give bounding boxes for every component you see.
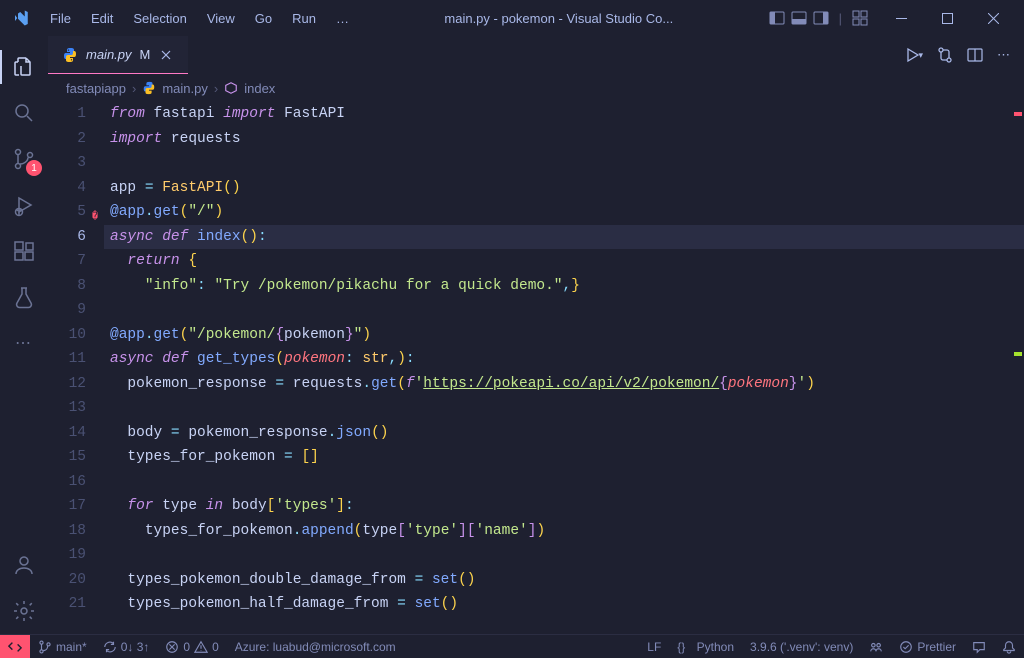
code-line[interactable] xyxy=(104,470,1024,495)
symbol-function-icon xyxy=(224,81,238,95)
code-line[interactable]: async def get_types(pokemon: str,): xyxy=(104,347,1024,372)
close-button[interactable] xyxy=(970,0,1016,36)
titlebar: FileEditSelectionViewGoRun … main.py - p… xyxy=(0,0,1024,36)
accounts-tab[interactable] xyxy=(0,542,48,588)
breadcrumb-file[interactable]: main.py xyxy=(162,81,208,96)
python-file-icon xyxy=(142,81,156,95)
menu-selection[interactable]: Selection xyxy=(123,5,196,32)
activity-overflow[interactable]: ⋯ xyxy=(0,320,48,366)
remote-indicator[interactable] xyxy=(0,635,30,658)
code-line[interactable]: for type in body['types']: xyxy=(104,494,1024,519)
notifications-button[interactable] xyxy=(994,635,1024,658)
tab-bar: main.py M ▾ ⋯ xyxy=(48,36,1024,74)
panel-left-icon[interactable] xyxy=(769,10,785,26)
live-share[interactable] xyxy=(861,635,891,658)
tab-main-py[interactable]: main.py M xyxy=(48,36,188,74)
tab-modified-indicator: M xyxy=(140,47,151,62)
code-line[interactable]: import requests xyxy=(104,127,1024,152)
code-line[interactable] xyxy=(104,543,1024,568)
debug-tab[interactable] xyxy=(0,182,48,228)
code-line[interactable]: types_for_pokemon.append(type['type']['n… xyxy=(104,519,1024,544)
code-line[interactable]: body = pokemon_response.json() xyxy=(104,421,1024,446)
panel-bottom-icon[interactable] xyxy=(791,10,807,26)
feedback-button[interactable] xyxy=(964,635,994,658)
extensions-tab[interactable] xyxy=(0,228,48,274)
gutter-marker[interactable]: � xyxy=(92,206,98,231)
code-line[interactable] xyxy=(104,396,1024,421)
code-line[interactable]: pokemon_response = requests.get(f'https:… xyxy=(104,372,1024,397)
azure-account[interactable]: Azure: luabud@microsoft.com xyxy=(227,635,404,658)
tab-filename: main.py xyxy=(86,47,132,62)
git-branch[interactable]: main* xyxy=(30,635,95,658)
search-tab[interactable] xyxy=(0,90,48,136)
minimize-button[interactable] xyxy=(878,0,924,36)
scm-badge: 1 xyxy=(26,160,42,176)
window-controls xyxy=(878,0,1016,36)
overview-marker-error xyxy=(1014,112,1022,116)
menu-view[interactable]: View xyxy=(197,5,245,32)
source-control-tab[interactable]: 1 xyxy=(0,136,48,182)
git-sync[interactable]: 0↓ 3↑ xyxy=(95,635,158,658)
menu-file[interactable]: File xyxy=(40,5,81,32)
window-title: main.py - pokemon - Visual Studio Co... xyxy=(359,11,759,26)
diff-button[interactable] xyxy=(937,47,953,63)
code-line[interactable]: types_pokemon_double_damage_from = set() xyxy=(104,568,1024,593)
prettier-status[interactable]: Prettier xyxy=(891,635,964,658)
overview-ruler[interactable] xyxy=(1010,102,1024,634)
problems-indicator[interactable]: 0 0 xyxy=(157,635,226,658)
overview-marker-change xyxy=(1014,352,1022,356)
code-line[interactable]: return { xyxy=(104,249,1024,274)
editor-more-button[interactable]: ⋯ xyxy=(997,47,1012,63)
python-file-icon xyxy=(62,47,78,63)
code-line[interactable] xyxy=(104,298,1024,323)
line-number-gutter: 12345�6789101112131415161718192021 xyxy=(48,102,104,634)
menu-overflow[interactable]: … xyxy=(326,5,359,32)
code-line[interactable]: @app.get("/") xyxy=(104,200,1024,225)
menu-run[interactable]: Run xyxy=(282,5,326,32)
code-line[interactable]: async def index(): xyxy=(104,225,1024,250)
code-line[interactable] xyxy=(104,151,1024,176)
language-mode[interactable]: {} Python xyxy=(669,635,742,658)
split-editor-button[interactable] xyxy=(967,47,983,63)
editor-group: main.py M ▾ ⋯ fastapiapp › main.py › ind… xyxy=(48,36,1024,634)
menu-go[interactable]: Go xyxy=(245,5,282,32)
breadcrumb-folder[interactable]: fastapiapp xyxy=(66,81,126,96)
customize-layout-icon[interactable] xyxy=(852,10,868,26)
code-line[interactable]: types_for_pokemon = [] xyxy=(104,445,1024,470)
editor-actions: ▾ ⋯ xyxy=(892,36,1024,74)
run-button[interactable]: ▾ xyxy=(904,47,923,63)
breadcrumbs[interactable]: fastapiapp › main.py › index xyxy=(48,74,1024,102)
breadcrumb-symbol[interactable]: index xyxy=(244,81,275,96)
menu-edit[interactable]: Edit xyxy=(81,5,123,32)
code-line[interactable]: @app.get("/pokemon/{pokemon}") xyxy=(104,323,1024,348)
code-line[interactable]: app = FastAPI() xyxy=(104,176,1024,201)
status-bar: main* 0↓ 3↑ 0 0 Azure: luabud@microsoft.… xyxy=(0,634,1024,658)
code-content[interactable]: from fastapi import FastAPIimport reques… xyxy=(104,102,1024,634)
explorer-tab[interactable] xyxy=(0,44,48,90)
python-interpreter[interactable]: 3.9.6 ('.venv': venv) xyxy=(742,635,861,658)
vscode-icon xyxy=(12,9,30,27)
menu-bar: FileEditSelectionViewGoRun xyxy=(40,5,326,32)
code-line[interactable]: "info": "Try /pokemon/pikachu for a quic… xyxy=(104,274,1024,299)
settings-tab[interactable] xyxy=(0,588,48,634)
code-editor[interactable]: 12345�6789101112131415161718192021 from … xyxy=(48,102,1024,634)
activity-bar: 1 ⋯ xyxy=(0,36,48,634)
panel-right-icon[interactable] xyxy=(813,10,829,26)
testing-tab[interactable] xyxy=(0,274,48,320)
layout-controls: | xyxy=(769,10,868,26)
code-line[interactable]: from fastapi import FastAPI xyxy=(104,102,1024,127)
eol-indicator[interactable]: LF xyxy=(639,635,669,658)
code-line[interactable]: types_pokemon_half_damage_from = set() xyxy=(104,592,1024,617)
tab-close-icon[interactable] xyxy=(158,47,174,63)
maximize-button[interactable] xyxy=(924,0,970,36)
